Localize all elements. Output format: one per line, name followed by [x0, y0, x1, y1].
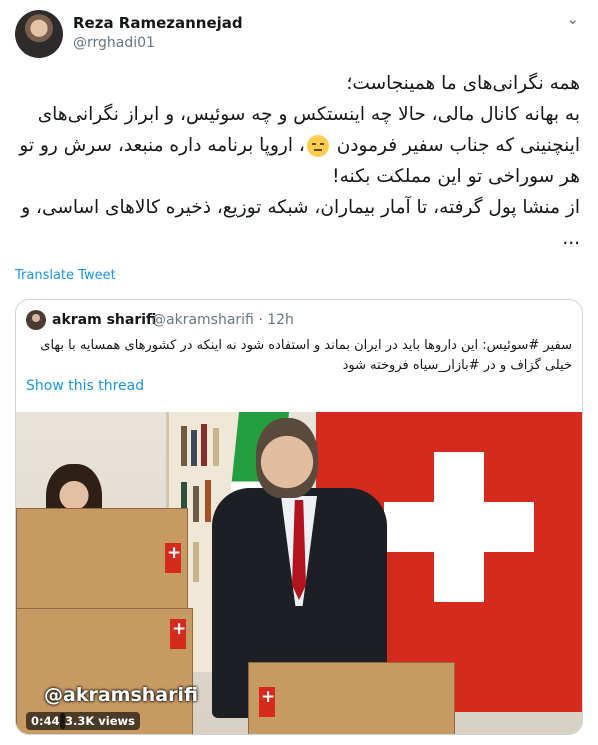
chevron-down-icon[interactable]: ⌄	[566, 10, 579, 28]
quoted-tweet-text: سفیر #سوئیس: این داروها باید در ایران بم…	[40, 338, 572, 373]
author-avatar[interactable]	[15, 10, 63, 58]
quoted-author-avatar[interactable]	[26, 310, 46, 330]
medicine-box	[16, 508, 188, 610]
author-handle[interactable]: @rrghadi01	[73, 35, 155, 51]
medicine-box	[248, 662, 455, 734]
unamused-face-icon	[306, 135, 329, 157]
tweet-line: اینچنینی که جناب سفیر فرمودن ، اروپا برن…	[15, 130, 580, 161]
video-duration: 0:44	[26, 712, 65, 730]
ambassador-head	[256, 418, 318, 498]
tweet-line-part: اینچنینی که جناب سفیر فرمودن	[336, 135, 580, 156]
tweet-line: به بهانه کانال مالی، حالا چه اینستکس و چ…	[37, 104, 580, 125]
author-display-name[interactable]: Reza Ramezannejad	[73, 14, 243, 32]
quoted-tweet[interactable]: akram sharifi @akramsharifi · 12h سفیر #…	[15, 299, 583, 735]
tweet-line: از منشا پول گرفته، تا آمار بیماران، شبکه…	[21, 197, 580, 218]
tweet-line: هر سوراخی تو این مملکت بکنه!	[332, 166, 580, 187]
video-views: 3.3K views	[60, 712, 140, 730]
quoted-author-handle[interactable]: @akramsharifi · 12h	[152, 312, 294, 328]
tweet-line: همه نگرانی‌های ما همینجاست؛	[346, 73, 580, 94]
tweet-header: Reza Ramezannejad @rrghadi01 ⌄	[15, 10, 583, 60]
show-thread-link[interactable]: Show this thread	[26, 378, 144, 394]
tweet-line-part: ، اروپا برنامه داره منبعد، سرش رو تو	[19, 135, 305, 156]
tweet-text: همه نگرانی‌های ما همینجاست؛ به بهانه کان…	[15, 68, 580, 254]
translate-tweet-link[interactable]: Translate Tweet	[15, 268, 116, 283]
video-player[interactable]: @akramsharifi 0:44 3.3K views	[16, 412, 582, 734]
quoted-author-name[interactable]: akram sharifi	[52, 312, 156, 328]
tweet-line: ...	[562, 228, 580, 249]
video-watermark: @akramsharifi	[44, 684, 199, 706]
